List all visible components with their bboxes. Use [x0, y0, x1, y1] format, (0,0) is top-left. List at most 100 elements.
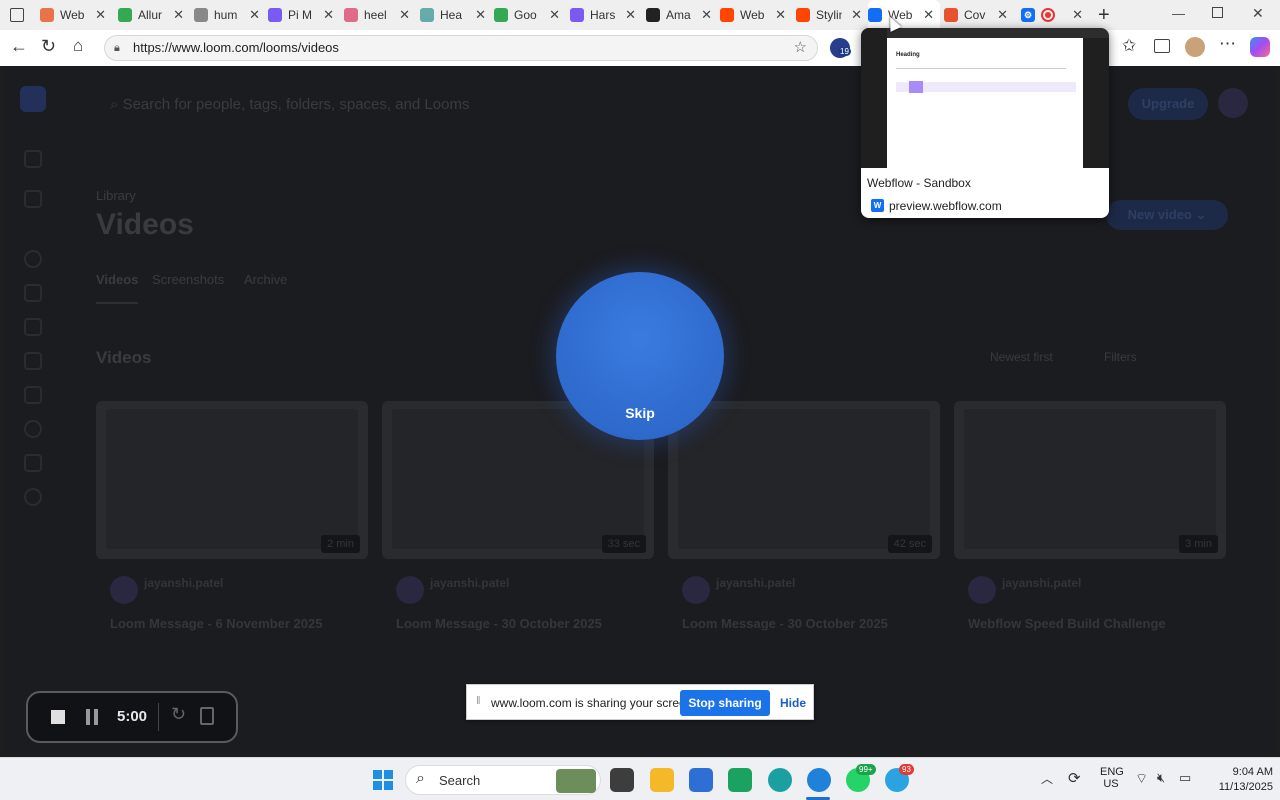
tab-close-icon[interactable]: ✕ — [249, 7, 260, 23]
browser-tab[interactable]: heel ✕ — [344, 0, 416, 30]
library-nav-icon[interactable] — [24, 284, 42, 302]
tab-screenshots[interactable]: Screenshots — [152, 272, 224, 287]
notifications-nav-icon[interactable] — [24, 352, 42, 370]
browser-tab[interactable]: Hars ✕ — [570, 0, 642, 30]
close-window-button[interactable]: ✕ — [1252, 5, 1264, 22]
new-video-button[interactable]: New video ⌄ — [1106, 200, 1228, 230]
copilot-taskbar-icon[interactable] — [768, 768, 792, 792]
edge-icon[interactable] — [807, 768, 831, 792]
browser-tab[interactable]: Pi M ✕ — [268, 0, 340, 30]
bookmark-nav-icon[interactable] — [24, 386, 42, 404]
meet-icon[interactable] — [728, 768, 752, 792]
pause-button[interactable] — [86, 709, 100, 725]
url-text: https://www.loom.com/looms/videos — [133, 40, 339, 55]
browser-tab[interactable]: Hea ✕ — [420, 0, 492, 30]
refresh-icon[interactable]: ↻ — [41, 36, 56, 57]
address-bar[interactable]: 🔒︎ https://www.loom.com/looms/videos ☆ — [104, 35, 818, 61]
restart-icon[interactable]: ↻ — [171, 704, 186, 725]
tab-videos[interactable]: Videos — [96, 272, 138, 287]
clock[interactable]: 9:04 AM 11/13/2025 — [1205, 765, 1273, 795]
browser-tab[interactable]: Web ✕ — [868, 0, 940, 30]
video-title[interactable]: Webflow Speed Build Challenge — [968, 616, 1166, 631]
minimize-button[interactable]: — — [1172, 6, 1185, 21]
favorites-icon[interactable]: ✩ — [1122, 36, 1136, 56]
chevron-up-icon[interactable]: ︿ — [1041, 770, 1053, 787]
search-input[interactable]: ⌕ Search for people, tags, folders, spac… — [110, 96, 469, 113]
browser-tab[interactable]: Web ✕ — [40, 0, 112, 30]
browser-tab[interactable]: Allur ✕ — [118, 0, 190, 30]
sync-icon[interactable]: ⟳ — [1068, 769, 1081, 787]
skip-countdown-button[interactable]: Skip — [556, 272, 724, 440]
tab-close-icon[interactable]: ✕ — [475, 7, 486, 23]
extension-icon[interactable]: 19 — [830, 38, 851, 58]
browser-tab[interactable]: Web ✕ — [720, 0, 792, 30]
collections-icon[interactable] — [1154, 39, 1170, 53]
home-nav-icon[interactable] — [24, 150, 42, 168]
whatsapp-icon[interactable]: 99+ — [846, 764, 876, 792]
task-view-icon[interactable] — [610, 768, 634, 792]
telegram-icon[interactable]: 93 — [885, 764, 914, 792]
tab-close-icon[interactable]: ✕ — [323, 7, 334, 23]
add-member-icon[interactable] — [24, 190, 42, 208]
stop-sharing-button[interactable]: Stop sharing — [680, 690, 770, 716]
browser-tab[interactable]: Stylin ✕ — [796, 0, 868, 30]
tab-close-icon[interactable]: ✕ — [997, 7, 1008, 23]
gift-nav-icon[interactable] — [24, 454, 42, 472]
history-nav-icon[interactable] — [24, 420, 42, 438]
volume-muted-icon[interactable]: 🔇︎ — [1157, 770, 1165, 786]
user-avatar[interactable] — [1218, 88, 1248, 118]
language-indicator[interactable]: ENG US — [1100, 766, 1124, 790]
browser-tab[interactable]: hum ✕ — [194, 0, 266, 30]
copilot-icon[interactable] — [1250, 37, 1270, 57]
profile-avatar[interactable] — [1185, 37, 1205, 57]
browser-tab[interactable]: Cov ✕ — [944, 0, 1014, 30]
tab-hover-preview[interactable]: Heading Webflow - Sandbox W preview.webf… — [861, 28, 1109, 218]
upgrade-button[interactable]: Upgrade — [1128, 88, 1208, 120]
favorite-star-icon[interactable]: ☆ — [794, 36, 807, 60]
tab-close-icon[interactable]: ✕ — [549, 7, 560, 23]
tab-close-icon[interactable]: ✕ — [173, 7, 184, 23]
tab-actions-icon[interactable] — [10, 8, 24, 22]
filter-button[interactable]: Filters — [1104, 350, 1137, 364]
stop-recording-button[interactable] — [48, 707, 68, 727]
tab-close-icon[interactable]: ✕ — [923, 7, 934, 23]
folder-nav-icon[interactable] — [24, 318, 42, 336]
video-card-thumbnail[interactable]: 3 min — [954, 401, 1226, 559]
profile-nav-icon[interactable] — [24, 250, 42, 268]
tab-close-icon[interactable]: ✕ — [95, 7, 106, 23]
new-tab-button[interactable]: + — [1098, 4, 1110, 27]
video-card-thumbnail[interactable]: 2 min — [96, 401, 368, 559]
loom-logo-icon[interactable] — [20, 86, 46, 112]
tab-close-icon[interactable]: ✕ — [1072, 7, 1083, 23]
browser-tab[interactable]: Ama ✕ — [646, 0, 718, 30]
tab-loom-recording[interactable]: ⚙ ✕ — [1017, 0, 1089, 30]
video-author: jayanshi.patel — [144, 576, 224, 590]
taskbar-search[interactable]: ⌕ Search — [405, 765, 601, 795]
drag-handle-icon[interactable]: ‖ — [476, 695, 481, 707]
home-icon[interactable]: ⌂ — [73, 36, 83, 56]
browser-tab[interactable]: Goo ✕ — [494, 0, 566, 30]
store-icon[interactable] — [689, 768, 713, 792]
hide-button[interactable]: Hide — [780, 696, 806, 710]
tab-close-icon[interactable]: ✕ — [399, 7, 410, 23]
tab-close-icon[interactable]: ✕ — [775, 7, 786, 23]
video-title[interactable]: Loom Message - 6 November 2025 — [110, 616, 322, 631]
back-icon[interactable]: ← — [10, 36, 28, 57]
video-card-thumbnail[interactable]: 42 sec — [668, 401, 940, 559]
tab-close-icon[interactable]: ✕ — [851, 7, 862, 23]
wifi-icon[interactable]: ⌔ — [1135, 770, 1148, 788]
tab-close-icon[interactable]: ✕ — [625, 7, 636, 23]
menu-icon[interactable]: ⋯ — [1219, 34, 1236, 54]
sort-dropdown[interactable]: Newest first — [990, 350, 1053, 364]
restore-button[interactable] — [1212, 7, 1223, 18]
trash-icon[interactable] — [200, 707, 214, 725]
settings-nav-icon[interactable] — [24, 488, 42, 506]
breadcrumb[interactable]: Library — [96, 188, 136, 203]
battery-icon[interactable]: ▭ — [1179, 770, 1191, 786]
windows-start-icon[interactable] — [373, 770, 393, 790]
video-title[interactable]: Loom Message - 30 October 2025 — [396, 616, 602, 631]
tab-archive[interactable]: Archive — [244, 272, 287, 287]
tab-close-icon[interactable]: ✕ — [701, 7, 712, 23]
video-title[interactable]: Loom Message - 30 October 2025 — [682, 616, 888, 631]
file-explorer-icon[interactable] — [650, 768, 674, 792]
